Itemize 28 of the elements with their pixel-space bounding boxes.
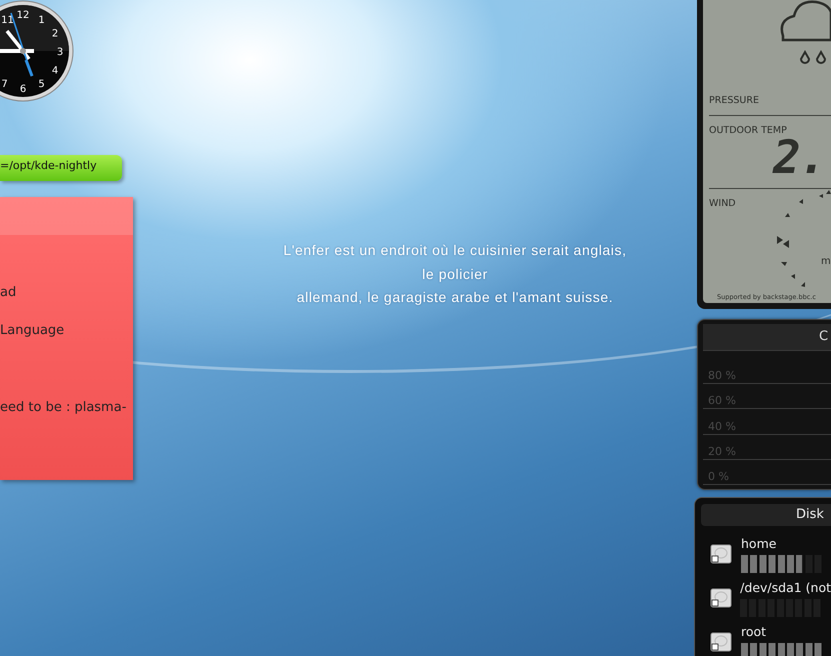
widget-title: C (703, 324, 831, 351)
clock-numeral: 1 (38, 15, 45, 26)
note-text: Language (0, 322, 66, 340)
hard-drive-icon (710, 544, 732, 564)
disk-name: /dev/sda1 (not (740, 580, 831, 596)
wind-label: WIND (709, 198, 736, 209)
hard-drive-icon (710, 632, 732, 652)
clock-numeral: 5 (38, 79, 45, 90)
note-text: ad (0, 284, 18, 302)
clock-numeral: 6 (20, 84, 26, 95)
clock-numeral: 12 (16, 10, 30, 21)
wind-unit: m (821, 256, 831, 267)
clock-numeral: 4 (52, 66, 58, 76)
clock-numeral: 11 (1, 15, 14, 26)
pressure-label: PRESSURE (709, 95, 759, 106)
quote-text: L'enfer est un endroit où le cuisinier serait anglais, le policier allemand, le garagiste arabe et l'amant suisse. (282, 241, 628, 307)
clock-numeral: 2 (52, 28, 58, 40)
hour-hand (6, 30, 30, 60)
clock-pivot (20, 48, 26, 54)
widget-title: Disk (701, 504, 831, 526)
path-label: =/opt/kde-nightly (0, 155, 122, 181)
clock-numeral: 3 (56, 47, 64, 58)
hard-drive-icon (710, 588, 732, 608)
minute-hand (0, 49, 34, 53)
clock-numeral: 7 (1, 79, 8, 90)
disk-name: home (741, 536, 778, 552)
disk-name: root (741, 624, 768, 640)
note-text: eed to be : plasma- (0, 399, 128, 417)
